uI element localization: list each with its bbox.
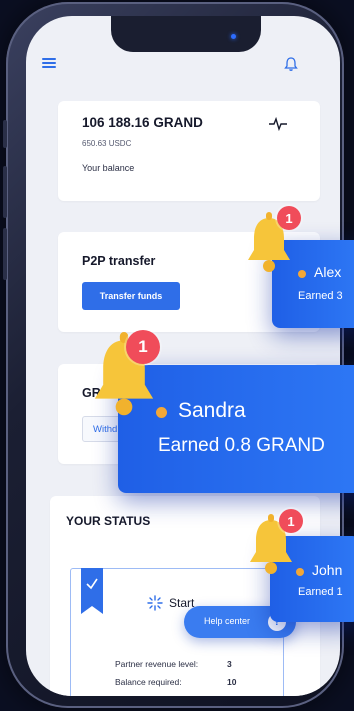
bell-icon[interactable] (284, 56, 298, 72)
status-row-label: Balance required: (115, 677, 182, 687)
status-row-revenue: Partner revenue level: 3 (115, 659, 232, 669)
activity-icon[interactable] (268, 117, 288, 131)
balance-card: 106 188.16 GRAND 650.63 USDC Your balanc… (58, 101, 320, 201)
notification-badge: 1 (279, 509, 303, 533)
notification-name: Alex (314, 264, 342, 280)
notification-name: John (312, 562, 343, 578)
status-title: YOUR STATUS (66, 514, 151, 528)
notification-badge: 1 (277, 206, 301, 230)
transfer-funds-button[interactable]: Transfer funds (82, 282, 180, 310)
status-row-label: Partner revenue level: (115, 659, 199, 669)
camera (231, 34, 236, 39)
balance-label: Your balance (82, 163, 135, 173)
check-ribbon-icon (81, 568, 103, 614)
status-row-balance: Balance required: 10 (115, 677, 236, 687)
sparkle-icon (147, 595, 163, 611)
notification-name: Sandra (178, 399, 246, 422)
status-dot (298, 270, 306, 278)
balance-amount: 106 188.16 GRAND (82, 115, 203, 130)
p2p-title: P2P transfer (82, 254, 156, 268)
notification-earned: Earned 3 (298, 290, 343, 302)
notification-earned: Earned 1 (298, 586, 343, 598)
volume-up-button (3, 166, 7, 218)
status-level-row: Start (147, 595, 194, 611)
notification-badge: 1 (126, 330, 160, 364)
top-bar (26, 52, 340, 82)
hamburger-menu-icon[interactable] (42, 58, 56, 69)
status-row-value: 10 (227, 677, 237, 687)
status-dot (296, 568, 304, 576)
notch (111, 16, 261, 52)
notification-earned: Earned 0.8 GRAND (158, 435, 325, 456)
help-center-label: Help center (204, 616, 251, 626)
side-button (3, 120, 7, 148)
balance-usdc: 650.63 USDC (82, 139, 132, 148)
status-row-value: 3 (227, 659, 232, 669)
volume-down-button (3, 228, 7, 280)
